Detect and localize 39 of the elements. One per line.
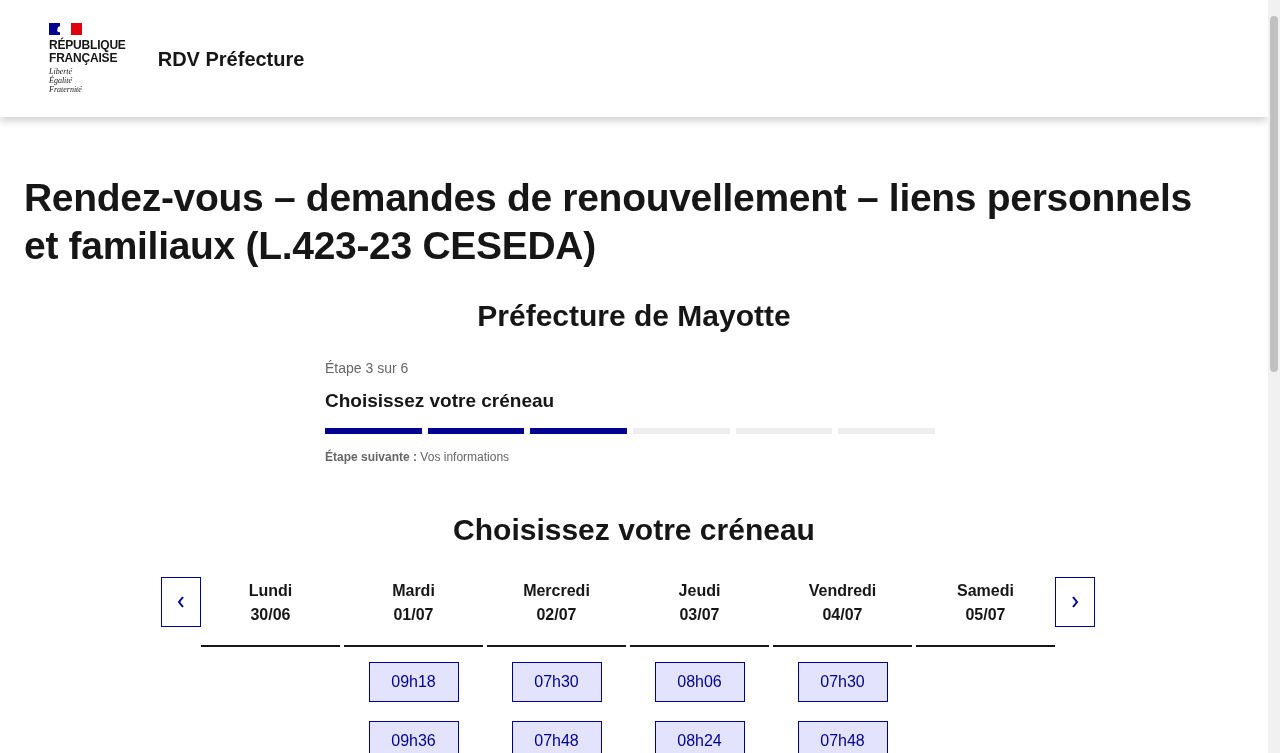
prefecture-heading: Préfecture de Mayotte — [476, 298, 792, 334]
day-name: Lundi — [248, 580, 293, 601]
day-name: Vendredi — [808, 580, 877, 601]
motto-text: Égalité — [49, 76, 74, 85]
time-slot-button[interactable]: 09h18 — [368, 661, 459, 702]
step-counter: Étape 3 sur 6 — [325, 359, 410, 378]
time-slot-button[interactable]: 07h30 — [511, 661, 602, 702]
time-slot-button[interactable]: 07h48 — [797, 720, 888, 753]
motto-text: Liberté — [49, 67, 74, 76]
chevron-left-icon — [176, 594, 186, 609]
logo-text: RÉPUBLIQUE — [49, 39, 126, 52]
scrollbar-thumb[interactable] — [1270, 16, 1278, 372]
time-slot-button[interactable]: 07h48 — [511, 720, 602, 753]
time-slot-button[interactable]: 07h30 — [797, 661, 888, 702]
day-name: Samedi — [957, 580, 1014, 601]
motto-text: Fraternité — [49, 85, 83, 94]
day-date: 02/07 — [536, 604, 577, 625]
day-date: 30/06 — [250, 604, 291, 625]
flag-logo-icon — [49, 23, 82, 35]
day-date: 01/07 — [393, 604, 434, 625]
time-slot-button[interactable]: 08h24 — [654, 720, 745, 753]
day-date: 05/07 — [965, 604, 1006, 625]
scrollbar[interactable] — [1268, 0, 1280, 753]
next-step-text: Étape suivante : Vos informations — [325, 448, 511, 466]
page-title: Rendez-vous – demandes de renouvellement – liens personnels et familiaux (L.423-23 CESEDA) — [24, 175, 1193, 269]
logo-text: FRANÇAISE — [49, 52, 118, 65]
previous-week-button[interactable] — [161, 576, 201, 627]
chevron-right-icon — [1070, 594, 1080, 609]
day-date: 04/07 — [822, 604, 863, 625]
time-slot-button[interactable]: 08h06 — [654, 661, 745, 702]
day-name: Mardi — [392, 580, 435, 601]
day-name: Mercredi — [523, 580, 590, 601]
step-title: Choisissez votre créneau — [325, 389, 556, 413]
day-date: 03/07 — [679, 604, 720, 625]
service-title: RDV Préfecture — [157, 46, 305, 72]
day-name: Jeudi — [678, 580, 721, 601]
next-week-button[interactable] — [1055, 576, 1095, 627]
time-slot-button[interactable]: 09h36 — [368, 720, 459, 753]
slots-heading: Choisissez votre créneau — [452, 511, 816, 548]
